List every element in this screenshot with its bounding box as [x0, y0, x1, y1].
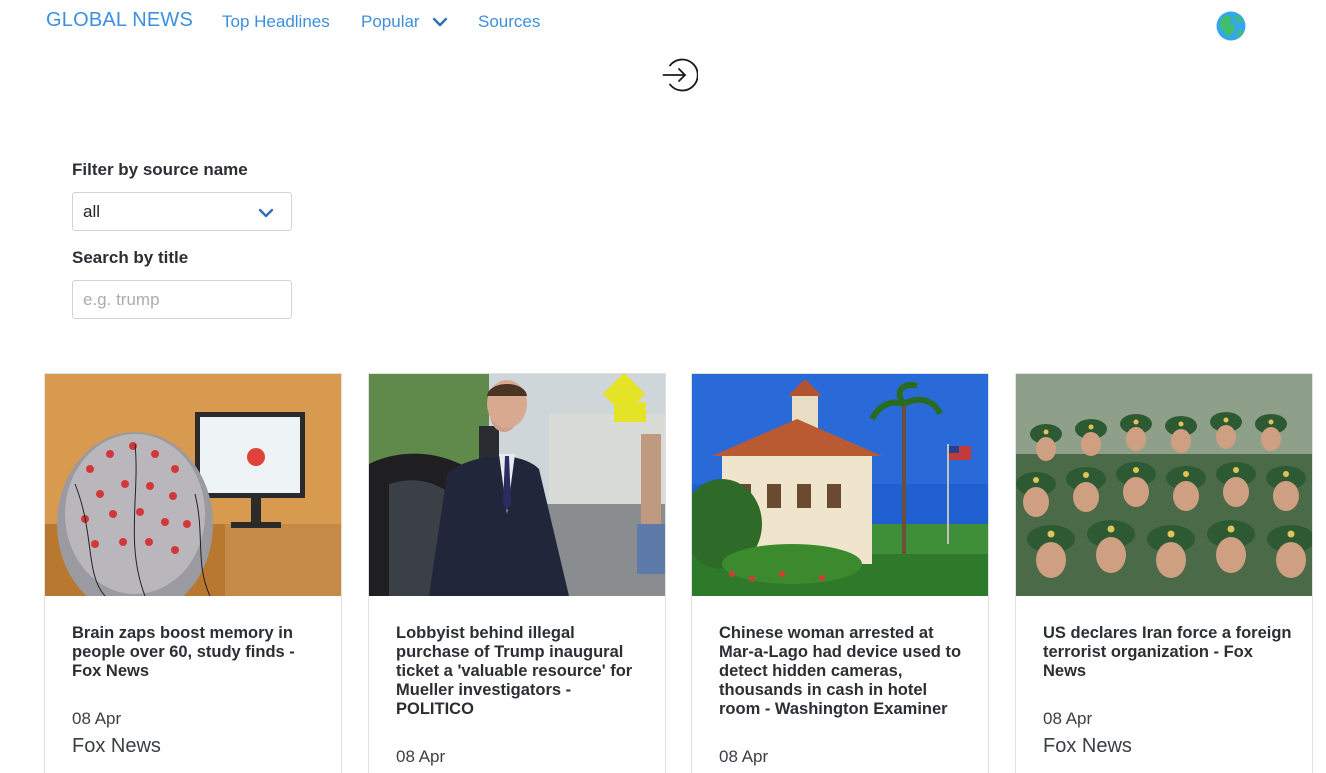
- source-select[interactable]: all: [72, 192, 292, 231]
- article-date: 08 Apr: [396, 747, 446, 766]
- nav-popular-dropdown[interactable]: Popular: [361, 12, 448, 32]
- article-image: [369, 374, 665, 596]
- article-image: [692, 374, 988, 596]
- title-search-label: Search by title: [72, 248, 189, 267]
- login-icon[interactable]: [660, 56, 698, 94]
- article-source: Fox News: [1043, 735, 1132, 757]
- chevron-down-icon: [432, 17, 447, 27]
- title-search-input[interactable]: [72, 280, 292, 319]
- article-image: [1016, 374, 1312, 596]
- article-card[interactable]: Chinese woman arrested at Mar-a-Lago had…: [691, 373, 989, 773]
- article-source: Fox News: [72, 735, 161, 757]
- article-date: 08 Apr: [719, 747, 769, 766]
- article-title[interactable]: US declares Iran force a foreign terrori…: [1043, 624, 1293, 681]
- nav-popular-label: Popular: [361, 12, 420, 31]
- chevron-down-icon: [258, 208, 274, 218]
- article-card[interactable]: US declares Iran force a foreign terrori…: [1015, 373, 1313, 773]
- article-card[interactable]: Lobbyist behind illegal purchase of Trum…: [368, 373, 666, 773]
- source-filter-label: Filter by source name: [72, 160, 248, 179]
- article-title[interactable]: Lobbyist behind illegal purchase of Trum…: [396, 624, 646, 719]
- nav-sources[interactable]: Sources: [478, 12, 540, 32]
- article-image: [45, 374, 341, 596]
- article-card[interactable]: Brain zaps boost memory in people over 6…: [44, 373, 342, 773]
- top-navbar: GLOBAL NEWS Top Headlines Popular Source…: [0, 0, 1326, 44]
- article-date: 08 Apr: [1043, 709, 1093, 728]
- brand-logo-link[interactable]: GLOBAL NEWS: [46, 9, 193, 32]
- article-title[interactable]: Chinese woman arrested at Mar-a-Lago had…: [719, 624, 969, 719]
- article-date: 08 Apr: [72, 709, 122, 728]
- globe-icon[interactable]: [1216, 11, 1246, 41]
- nav-top-headlines[interactable]: Top Headlines: [222, 12, 330, 32]
- article-title[interactable]: Brain zaps boost memory in people over 6…: [72, 624, 322, 681]
- source-select-value: all: [83, 201, 101, 221]
